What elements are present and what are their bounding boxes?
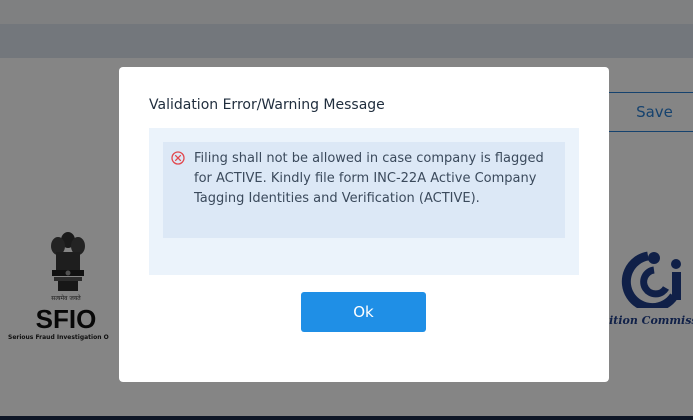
error-circle-x-icon [171,151,185,165]
modal-title: Validation Error/Warning Message [149,97,385,113]
ok-button[interactable]: Ok [301,292,426,332]
error-message-text: Filing shall not be allowed in case comp… [194,151,544,206]
message-panel: Filing shall not be allowed in case comp… [149,128,579,275]
validation-modal: Validation Error/Warning Message Filing … [119,67,609,382]
error-message-item: Filing shall not be allowed in case comp… [163,142,565,238]
